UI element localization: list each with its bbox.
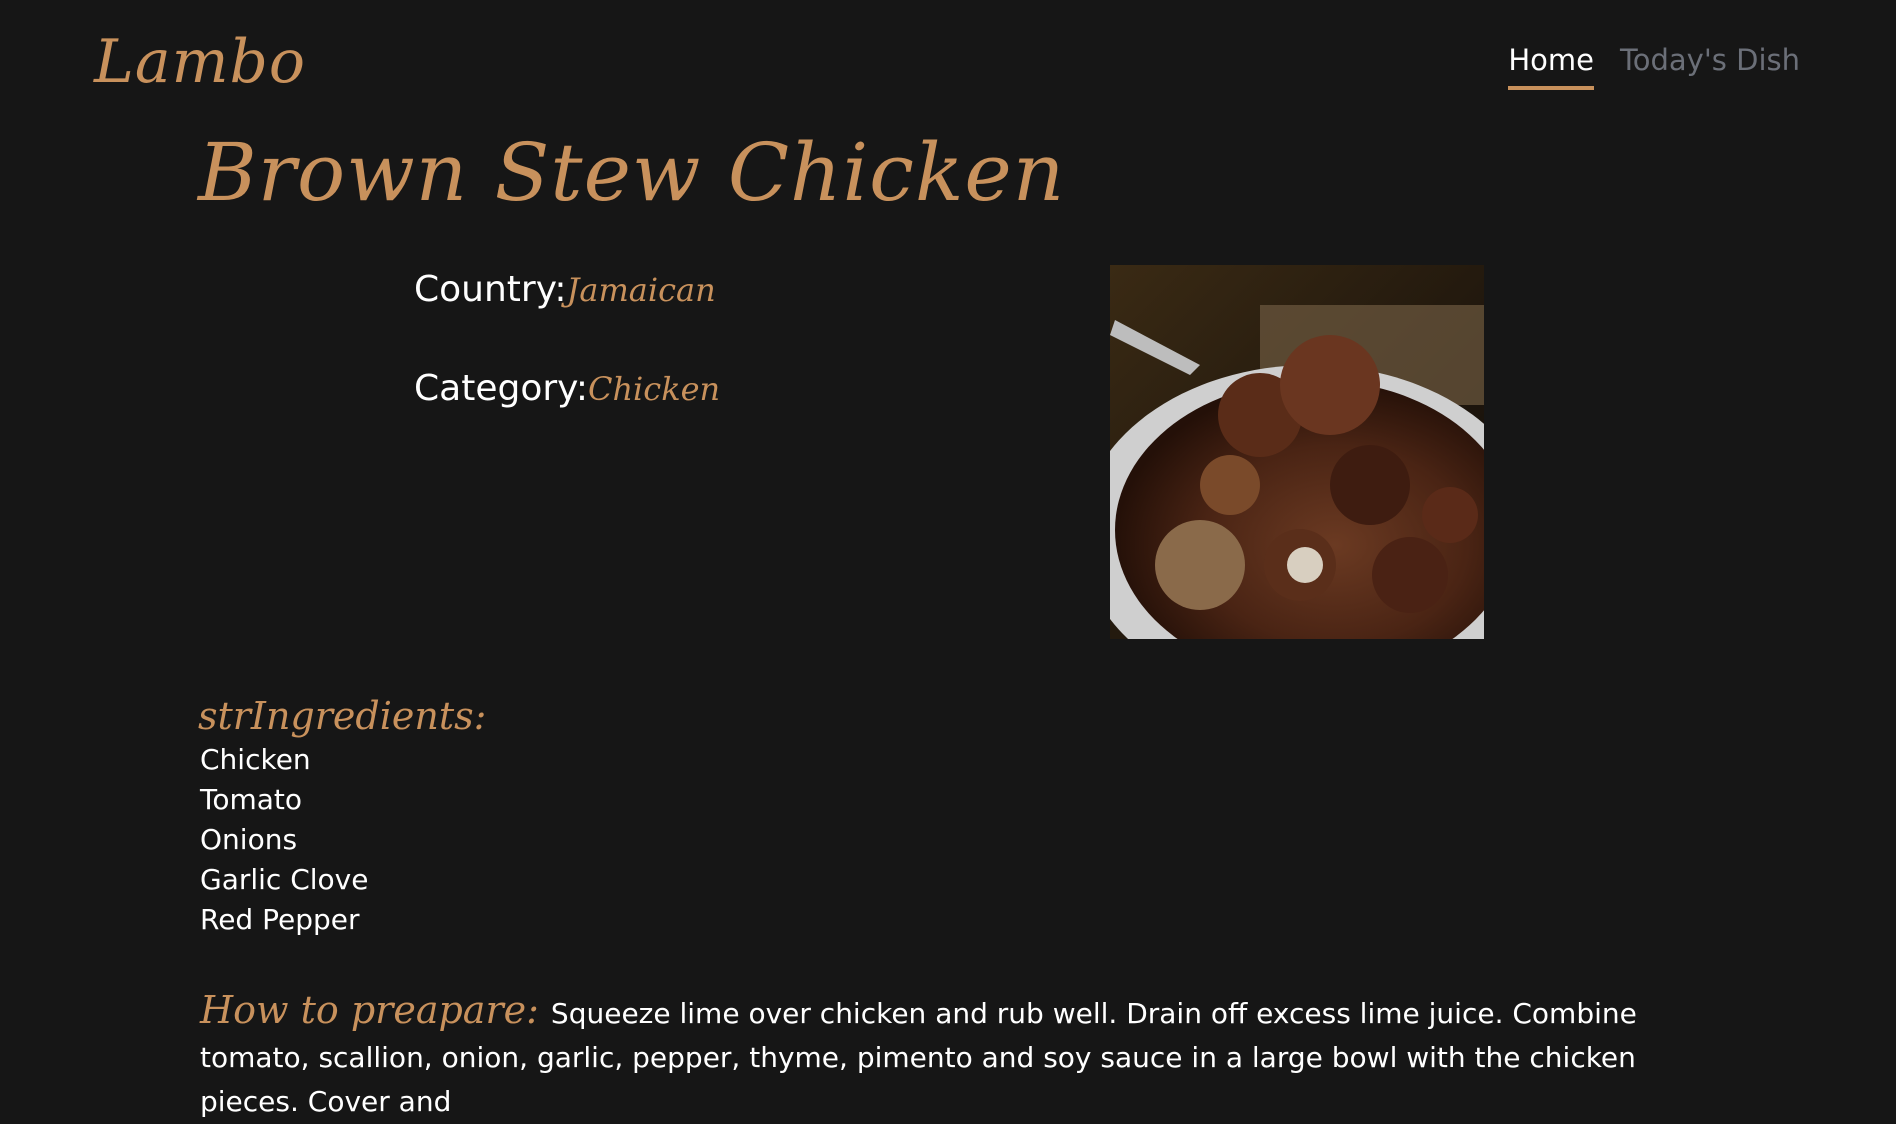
dish-photo-illustration — [1110, 265, 1484, 639]
site-header: Lambo Home Today's Dish — [0, 0, 1896, 110]
ingredient-item: Chicken — [200, 743, 311, 776]
recipe-country: Country:Jamaican — [414, 265, 716, 315]
nav-link-todays-dish[interactable]: Today's Dish — [1620, 40, 1800, 90]
ingredient-item: Red Pepper — [200, 903, 360, 936]
ingredient-item: Garlic Clove — [200, 863, 369, 896]
prepare-label: How to preapare: — [200, 988, 539, 1032]
country-label: Country: — [414, 269, 567, 310]
recipe-category: Category:Chicken — [414, 364, 720, 414]
category-label: Category: — [414, 368, 588, 409]
ingredient-item: Tomato — [200, 783, 303, 816]
main-nav: Home Today's Dish — [1508, 40, 1800, 90]
nav-link-home[interactable]: Home — [1508, 40, 1594, 90]
instructions: How to preapare: Squeeze lime over chicke… — [200, 988, 1700, 1124]
ingredients-list: Chicken Tomato Onions Garlic Clove Red P… — [200, 740, 368, 940]
country-value: Jamaican — [566, 271, 716, 309]
ingredients-title: strIngredients: — [198, 694, 487, 738]
recipe-title: Brown Stew Chicken — [198, 126, 1066, 219]
ingredient-item: Onions — [200, 823, 298, 856]
category-value: Chicken — [587, 370, 721, 408]
site-logo[interactable]: Lambo — [94, 22, 306, 102]
dish-image — [1110, 265, 1484, 639]
